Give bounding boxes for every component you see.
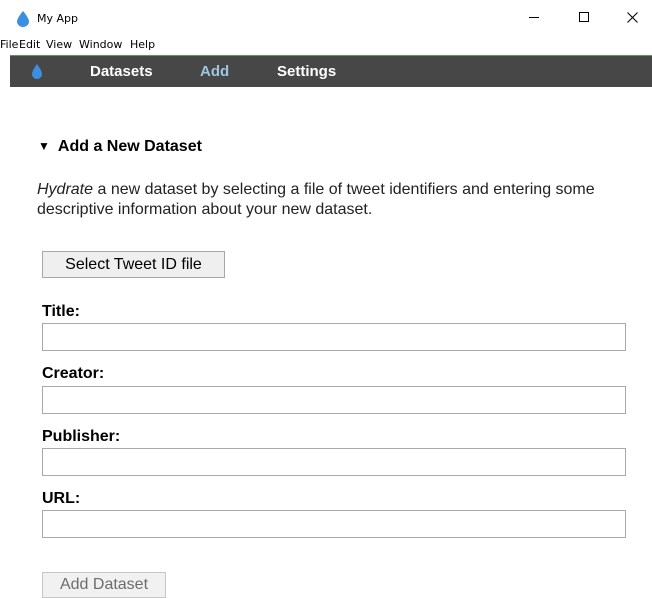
minimize-icon <box>529 17 539 18</box>
description-emphasis: Hydrate <box>37 181 94 198</box>
add-dataset-button[interactable]: Add Dataset <box>42 572 166 598</box>
menu-bar: File Edit View Window Help <box>0 36 652 54</box>
section-description: Hydrate a new dataset by selecting a fil… <box>37 180 617 220</box>
title-label: Title: <box>42 303 80 320</box>
triangle-down-icon: ▼ <box>38 139 50 153</box>
menu-edit[interactable]: Edit <box>19 38 40 51</box>
url-label: URL: <box>42 490 81 507</box>
maximize-icon <box>579 12 589 22</box>
window-title: My App <box>37 12 78 25</box>
minimize-button[interactable] <box>514 0 554 34</box>
menu-file[interactable]: File <box>0 38 18 51</box>
description-text: a new dataset by selecting a file of twe… <box>37 181 595 218</box>
maximize-button[interactable] <box>564 0 604 34</box>
nav-datasets[interactable]: Datasets <box>90 63 153 80</box>
close-button[interactable] <box>612 0 652 34</box>
section-title-text: Add a New Dataset <box>57 138 202 155</box>
select-tweet-id-file-button[interactable]: Select Tweet ID file <box>42 251 225 278</box>
menu-view[interactable]: View <box>46 38 72 51</box>
title-bar: My App <box>0 0 652 36</box>
water-drop-icon <box>17 11 29 27</box>
publisher-field[interactable] <box>42 448 626 476</box>
app-navbar: Datasets Add Settings <box>10 55 652 87</box>
creator-field[interactable] <box>42 386 626 414</box>
section-heading[interactable]: ▼ Add a New Dataset <box>38 138 202 156</box>
title-field[interactable] <box>42 323 626 351</box>
water-drop-icon[interactable] <box>32 64 42 79</box>
menu-window[interactable]: Window <box>79 38 122 51</box>
publisher-label: Publisher: <box>42 428 121 445</box>
nav-settings[interactable]: Settings <box>277 63 336 80</box>
close-icon <box>626 11 638 23</box>
url-field[interactable] <box>42 510 626 538</box>
nav-add[interactable]: Add <box>200 63 229 80</box>
menu-help[interactable]: Help <box>130 38 155 51</box>
creator-label: Creator: <box>42 365 105 382</box>
